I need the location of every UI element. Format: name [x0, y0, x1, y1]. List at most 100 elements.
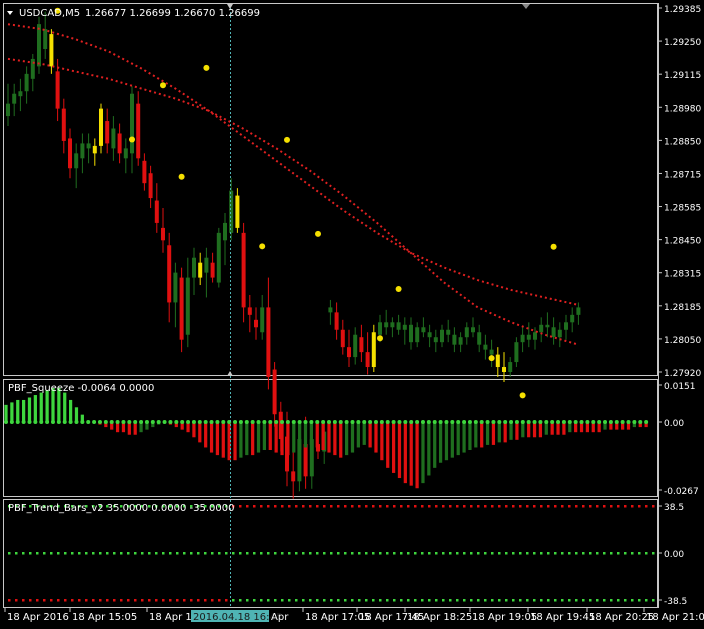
trend-level-dot [204, 552, 207, 555]
trend-level-dot [148, 599, 151, 602]
trend-level-dot [652, 552, 655, 555]
trend-level-dot [561, 552, 564, 555]
candle-body [185, 277, 190, 335]
candle-body [68, 138, 72, 169]
price-axis-label: 1.28315 [664, 270, 701, 280]
fractal-dot [315, 230, 321, 237]
trend-level-dot [652, 505, 655, 508]
squeeze-dot [321, 420, 326, 424]
trend-level-dot [162, 552, 165, 555]
trend-level-dot [36, 552, 39, 555]
candle-body [371, 332, 376, 368]
trend-level-dot [323, 505, 326, 508]
squeeze-dot [332, 420, 337, 424]
ohlc-readout: 1.26677 1.26699 1.26670 1.26699 [85, 8, 260, 19]
trend-level-dot [71, 552, 74, 555]
candle-body [483, 344, 488, 350]
fractal-dot [129, 136, 135, 143]
trend-bars-indicator-area[interactable] [8, 505, 655, 602]
trend-level-dot [547, 552, 550, 555]
squeeze-dot [497, 420, 502, 424]
time-label-partial: Apr [271, 612, 289, 623]
squeeze-dot [450, 420, 455, 424]
trend-level-dot [386, 599, 389, 602]
candle-body [154, 200, 159, 223]
trend-level-dot [127, 599, 130, 602]
trend-level-dot [624, 505, 627, 508]
trend-level-dot [15, 552, 18, 555]
trend-level-dot [421, 599, 424, 602]
trend-level-dot [85, 599, 88, 602]
trend-level-dot [281, 552, 284, 555]
squeeze-dot [362, 420, 367, 424]
squeeze-dot [291, 420, 296, 424]
trend-level-dot [631, 505, 634, 508]
squeeze-dot [561, 420, 566, 424]
trend-level-dot [456, 552, 459, 555]
trend-level-dot [64, 599, 67, 602]
trend-level-dot [330, 505, 333, 508]
trend-level-dot [288, 505, 291, 508]
candle-body [24, 73, 29, 92]
squeeze-dot [209, 420, 214, 424]
squeeze-dot [538, 420, 543, 424]
squeeze-dot [268, 420, 273, 424]
trend-level-dot [568, 599, 571, 602]
squeeze-dot [573, 420, 578, 424]
squeeze-dot [409, 420, 414, 424]
squeeze-dot [303, 420, 308, 424]
squeeze-dot [39, 420, 44, 424]
candle-body [390, 322, 395, 328]
squeeze-dot [186, 420, 191, 424]
trend-level-dot [372, 505, 375, 508]
trend-level-dot [582, 552, 585, 555]
trend-level-dot [141, 552, 144, 555]
squeeze-dot [50, 420, 55, 424]
candle-body [433, 337, 438, 343]
trend-level-dot [393, 552, 396, 555]
candle-body [241, 232, 246, 308]
candle-body [99, 108, 103, 146]
candle-body [105, 121, 110, 144]
trend-level-dot [554, 599, 557, 602]
squeeze-dot [191, 420, 196, 424]
candle-body [440, 329, 444, 343]
squeeze-dot [156, 420, 161, 424]
trend-level-dot [477, 505, 480, 508]
trend-level-dot [99, 599, 102, 602]
fractal-dot [519, 392, 526, 399]
window-menu-triangle-icon[interactable] [7, 11, 13, 15]
candle-body [514, 342, 519, 363]
trend-bars-axis: 38.5 0.00 -38.5 [658, 503, 687, 607]
trend-level-dot [239, 599, 242, 602]
trend-level-dot [169, 599, 172, 602]
trend-level-dot [519, 599, 522, 602]
squeeze-dot [415, 420, 420, 424]
candle-body [86, 143, 91, 149]
price-axis-label: 1.28050 [664, 336, 701, 346]
squeeze-dot [274, 420, 279, 424]
trend-level-dot [603, 505, 606, 508]
candle-body [539, 324, 544, 333]
squeeze-dot [103, 420, 108, 424]
candle-body [266, 307, 271, 377]
trend-level-dot [267, 505, 270, 508]
trend-level-dot [379, 552, 382, 555]
trend-axis-label: -38.5 [664, 597, 687, 607]
squeeze-dot [215, 420, 220, 424]
squeeze-dot [315, 420, 320, 424]
squeeze-dot [473, 420, 478, 424]
trend-level-dot [365, 505, 368, 508]
squeeze-dot [556, 420, 561, 424]
chart-window[interactable]: USDCAD,M5 1.26677 1.26699 1.26670 1.2669… [0, 0, 704, 629]
candle-body [495, 354, 500, 368]
candle-body [192, 257, 196, 278]
trend-level-dot [498, 552, 501, 555]
trend-level-dot [645, 552, 648, 555]
price-axis-label: 1.28185 [664, 303, 701, 313]
trend-level-dot [253, 599, 256, 602]
squeeze-dot [62, 420, 67, 424]
trend-level-dot [337, 599, 340, 602]
candle-body [37, 24, 41, 67]
trend-level-dot [22, 552, 25, 555]
